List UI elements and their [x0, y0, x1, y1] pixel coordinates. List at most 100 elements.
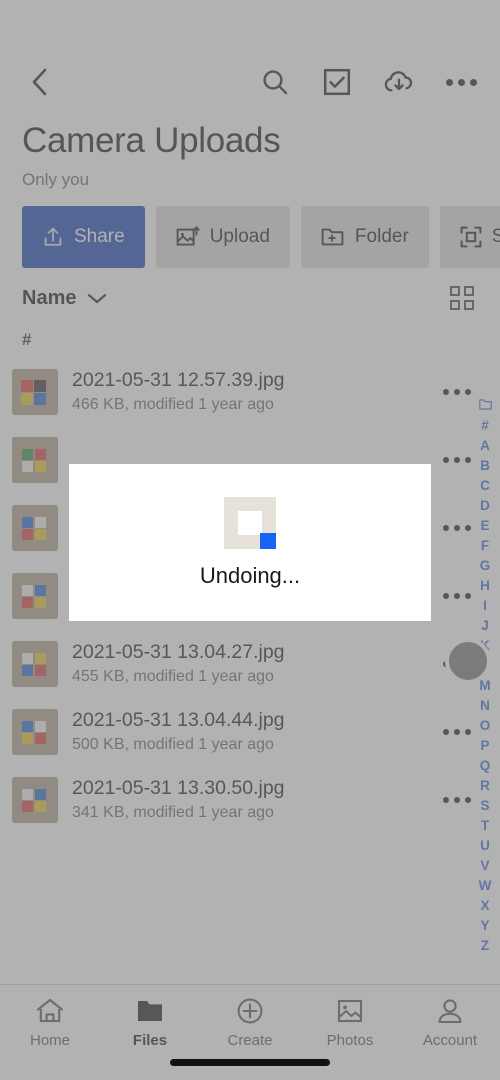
- photo-thumbnail-icon: [12, 641, 58, 687]
- file-list: 2021-05-31 12.57.39.jpg 466 KB, modified…: [0, 358, 500, 984]
- list-item[interactable]: 2021-05-31 13.30.50.jpg 341 KB, modified…: [0, 766, 500, 834]
- alpha-index-item[interactable]: Y: [473, 916, 497, 936]
- sort-and-view-bar: Name: [0, 268, 500, 310]
- alpha-index-item[interactable]: G: [473, 556, 497, 576]
- alpha-index-item[interactable]: D: [473, 496, 497, 516]
- file-info: 2021-05-31 13.04.44.jpg 500 KB, modified…: [72, 708, 426, 756]
- alpha-index-item[interactable]: F: [473, 536, 497, 556]
- offline-download-button[interactable]: [382, 65, 416, 99]
- file-name: 2021-05-31 12.57.39.jpg: [72, 369, 285, 391]
- more-horizontal-icon: [443, 729, 471, 735]
- select-items-button[interactable]: [320, 65, 354, 99]
- alpha-index-scrubber-handle[interactable]: [445, 638, 491, 684]
- file-meta: 466 KB, modified 1 year ago: [72, 396, 274, 413]
- file-overflow-button[interactable]: [440, 593, 474, 599]
- more-horizontal-icon: [443, 457, 471, 463]
- file-meta: 341 KB, modified 1 year ago: [72, 804, 274, 821]
- search-icon: [263, 70, 288, 95]
- bottom-nav-item-account[interactable]: Account: [400, 997, 500, 1049]
- file-overflow-button[interactable]: [440, 389, 474, 395]
- photos-icon: [337, 999, 363, 1023]
- alpha-index-item[interactable]: Q: [473, 756, 497, 776]
- photo-thumbnail-icon: [12, 437, 58, 483]
- alpha-index-item[interactable]: P: [473, 736, 497, 756]
- file-thumbnail: [12, 369, 58, 415]
- new-folder-button[interactable]: Folder: [300, 206, 429, 268]
- undoing-progress-dialog: Undoing...: [69, 464, 431, 621]
- file-overflow-button[interactable]: [440, 729, 474, 735]
- new-folder-button-label: Folder: [354, 226, 409, 247]
- overflow-menu-button[interactable]: [444, 65, 478, 99]
- upload-button[interactable]: Upload: [155, 206, 290, 268]
- scan-icon: [460, 226, 482, 248]
- alpha-index-item[interactable]: Z: [473, 936, 497, 956]
- status-bar-time-group: 9:41: [28, 14, 94, 38]
- photo-thumbnail-icon: [12, 777, 58, 823]
- photo-thumbnail-icon: [12, 369, 58, 415]
- chevron-left-icon: [32, 68, 47, 96]
- search-button[interactable]: [258, 65, 292, 99]
- alpha-index-item[interactable]: V: [473, 856, 497, 876]
- alpha-index-item[interactable]: N: [473, 696, 497, 716]
- list-item[interactable]: 2021-05-31 13.04.44.jpg 500 KB, modified…: [0, 698, 500, 766]
- file-thumbnail: [12, 437, 58, 483]
- alpha-index-item[interactable]: R: [473, 776, 497, 796]
- bottom-nav-label: Account: [422, 1032, 478, 1049]
- alpha-index-item[interactable]: U: [473, 836, 497, 856]
- photo-thumbnail-icon: [12, 709, 58, 755]
- more-horizontal-icon: [445, 78, 477, 86]
- file-overflow-button[interactable]: [440, 525, 474, 531]
- more-horizontal-icon: [443, 389, 471, 395]
- alpha-index-item[interactable]: J: [473, 616, 497, 636]
- file-overflow-button[interactable]: [440, 797, 474, 803]
- bottom-nav-item-create[interactable]: Create: [200, 997, 300, 1049]
- alpha-index-item[interactable]: I: [473, 596, 497, 616]
- status-bar-indicators: [390, 18, 474, 34]
- alpha-index-item[interactable]: W: [473, 876, 497, 896]
- bottom-nav-item-photos[interactable]: Photos: [300, 997, 400, 1049]
- bottom-nav-label: Files: [132, 1032, 168, 1049]
- sort-selector[interactable]: Name: [22, 287, 108, 310]
- image-upload-icon: [176, 226, 200, 246]
- top-nav-actions: [258, 65, 478, 99]
- file-thumbnail: [12, 505, 58, 551]
- list-item[interactable]: 2021-05-31 12.57.39.jpg 466 KB, modified…: [0, 358, 500, 426]
- bottom-nav-label: Home: [29, 1032, 70, 1049]
- list-item[interactable]: 2021-05-31 13.04.27.jpg 455 KB, modified…: [0, 630, 500, 698]
- share-button[interactable]: Share: [22, 206, 145, 268]
- file-meta: 500 KB, modified 1 year ago: [72, 736, 274, 753]
- file-overflow-button[interactable]: [440, 457, 474, 463]
- alpha-index-item[interactable]: C: [473, 476, 497, 496]
- photo-thumbnail-icon: [12, 505, 58, 551]
- alpha-index-item[interactable]: O: [473, 716, 497, 736]
- alpha-index-item[interactable]: H: [473, 576, 497, 596]
- square-loading-spinner: [224, 496, 276, 549]
- alpha-index-item[interactable]: E: [473, 516, 497, 536]
- folder-icon-glyph: [478, 399, 492, 410]
- cloud-download-icon: [384, 71, 413, 92]
- share-button-label: Share: [74, 226, 125, 247]
- spinner-accent-block: [260, 532, 276, 549]
- scan-button-label: S: [491, 226, 500, 247]
- alpha-index-item[interactable]: B: [473, 456, 497, 476]
- file-name: 2021-05-31 13.04.27.jpg: [72, 641, 285, 663]
- alpha-index-item[interactable]: A: [473, 436, 497, 456]
- bottom-nav-label: Create: [227, 1032, 273, 1049]
- back-button[interactable]: [20, 62, 60, 102]
- grid-view-icon[interactable]: [450, 286, 474, 310]
- section-header: #: [22, 330, 32, 349]
- dialog-message: Undoing...: [199, 562, 301, 588]
- alpha-index-item[interactable]: S: [473, 796, 497, 816]
- file-info: 2021-05-31 13.04.27.jpg 455 KB, modified…: [72, 640, 426, 688]
- alpha-index-item[interactable]: T: [473, 816, 497, 836]
- status-bar: 9:41: [0, 0, 500, 52]
- bottom-nav-item-files[interactable]: Files: [100, 997, 200, 1049]
- file-name: 2021-05-31 13.30.50.jpg: [72, 777, 285, 799]
- bottom-nav-item-home[interactable]: Home: [0, 997, 100, 1049]
- page-subtitle: Only you: [22, 170, 90, 189]
- more-horizontal-icon: [443, 593, 471, 599]
- alpha-index-item[interactable]: #: [473, 416, 497, 436]
- file-thumbnail: [12, 777, 58, 823]
- alpha-index-item[interactable]: X: [473, 896, 497, 916]
- scan-button[interactable]: S: [439, 206, 500, 268]
